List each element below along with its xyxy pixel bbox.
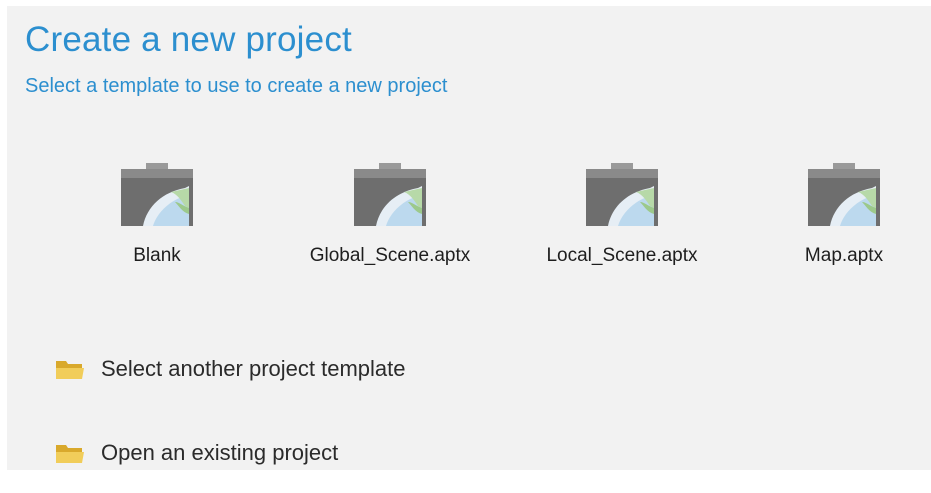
- select-another-template-link[interactable]: Select another project template: [55, 353, 406, 385]
- folder-icon: [56, 445, 84, 463]
- project-template-icon: [586, 163, 658, 226]
- action-label: Select another project template: [101, 356, 406, 381]
- template-tile-local-scene[interactable]: Local_Scene.aptx: [522, 156, 722, 286]
- folder-icon: [56, 361, 84, 379]
- template-label: Local_Scene.aptx: [546, 245, 698, 266]
- page-title: Create a new project: [25, 20, 352, 59]
- project-template-icon: [808, 163, 880, 226]
- template-tile-blank[interactable]: Blank: [57, 156, 257, 286]
- open-existing-project-link[interactable]: Open an existing project: [55, 437, 338, 469]
- template-tile-map[interactable]: Map.aptx: [759, 156, 929, 286]
- template-label: Map.aptx: [804, 245, 884, 266]
- template-tile-global-scene[interactable]: Global_Scene.aptx: [290, 156, 490, 286]
- template-label: Blank: [133, 245, 181, 266]
- project-template-icon: [354, 163, 426, 226]
- project-template-icon: [121, 163, 193, 226]
- page-subtitle: Select a template to use to create a new…: [25, 75, 448, 97]
- create-project-panel: Create a new project Select a template t…: [7, 6, 931, 470]
- template-label: Global_Scene.aptx: [309, 245, 471, 266]
- action-label: Open an existing project: [101, 440, 339, 465]
